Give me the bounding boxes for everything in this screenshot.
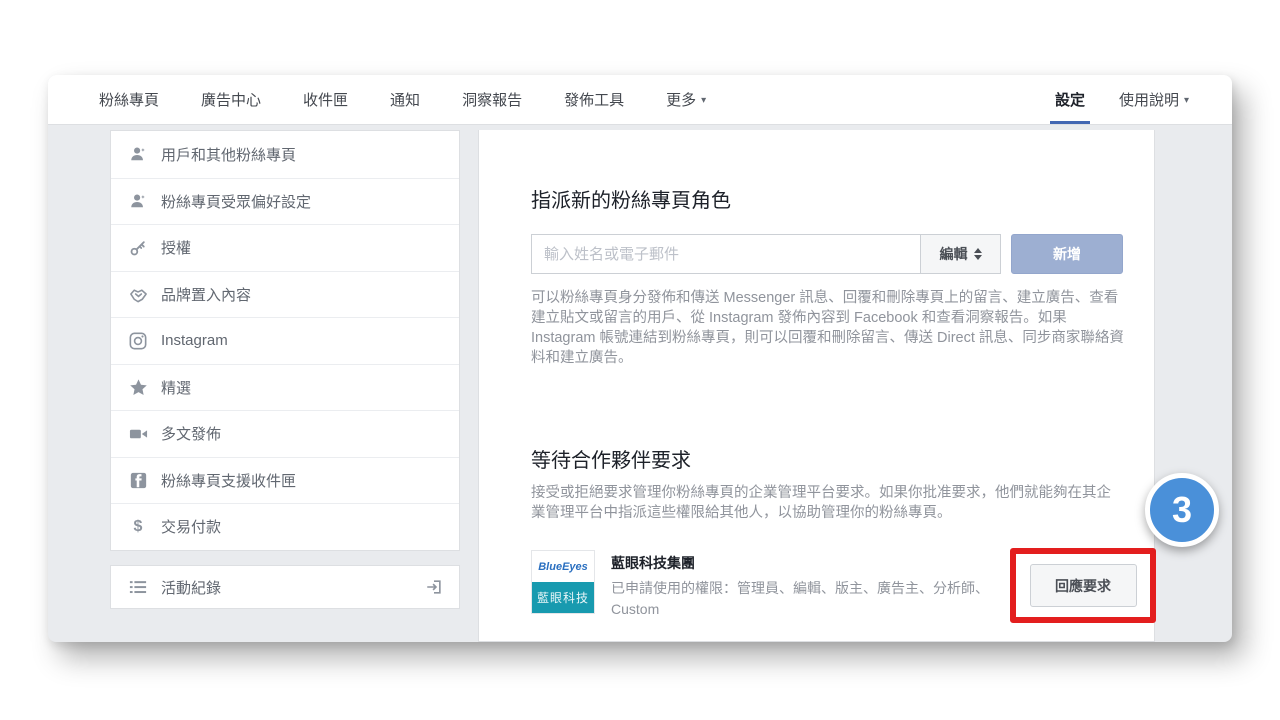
assign-role-form: 編輯 新增 (531, 234, 1123, 274)
sidebar-item-activity-log[interactable]: 活動紀錄 (110, 565, 460, 609)
chevron-down-icon: ▾ (701, 95, 706, 106)
nav-notifications[interactable]: 通知 (369, 75, 441, 124)
nav-more[interactable]: 更多 ▾ (645, 75, 727, 124)
role-dropdown-label: 編輯 (940, 244, 968, 264)
nav-ad-center[interactable]: 廣告中心 (180, 75, 282, 124)
role-dropdown[interactable]: 編輯 (920, 234, 1001, 274)
sidebar-item-label: 品牌置入內容 (161, 284, 251, 305)
assign-roles-description: 可以粉絲專頁身分發佈和傳送 Messenger 訊息、回覆和刪除專頁上的留言、建… (531, 288, 1125, 368)
partner-request-row: BlueEyes 藍眼科技 藍眼科技集團 已申請使用的權限：管理員、編輯、版主、… (531, 550, 1013, 620)
annotation-highlight-box: 回應要求 (1010, 548, 1156, 623)
sidebar-item-label: 活動紀錄 (161, 577, 411, 598)
nav-page[interactable]: 粉絲專頁 (78, 75, 180, 124)
nav-help-label: 使用說明 (1119, 89, 1179, 110)
handshake-icon (128, 284, 148, 304)
blueeyes-logo-caption: 藍眼科技 (532, 582, 594, 613)
sort-arrows-icon (974, 248, 982, 260)
person-icon (128, 191, 148, 211)
annotation-step-badge: 3 (1145, 473, 1219, 547)
facebook-icon (128, 470, 148, 490)
open-arrow-icon (424, 577, 444, 597)
sidebar-item-page-support-inbox[interactable]: 粉絲專頁支援收件匣 (111, 457, 459, 504)
sidebar-item-label: 用戶和其他粉絲專頁 (161, 144, 296, 165)
chevron-down-icon: ▾ (1184, 95, 1189, 106)
sidebar-item-label: 交易付款 (161, 516, 221, 537)
nav-left-group: 粉絲專頁 廣告中心 收件匣 通知 洞察報告 發佈工具 更多 ▾ (48, 75, 727, 124)
key-icon (128, 238, 148, 258)
sidebar-item-people-and-other-pages[interactable]: 用戶和其他粉絲專頁 (111, 131, 459, 178)
sidebar-item-authorizations[interactable]: 授權 (111, 224, 459, 271)
assign-roles-title: 指派新的粉絲專頁角色 (531, 184, 731, 213)
nav-more-label: 更多 (666, 89, 696, 110)
sidebar-item-label: 粉絲專頁支援收件匣 (161, 470, 296, 491)
sidebar-item-label: 粉絲專頁受眾偏好設定 (161, 191, 311, 212)
sidebar-item-crossposting[interactable]: 多文發佈 (111, 410, 459, 457)
sidebar-item-label: 授權 (161, 237, 191, 258)
settings-sidebar: 用戶和其他粉絲專頁 粉絲專頁受眾偏好設定 授權 品牌置入內容 Instagram (110, 130, 460, 551)
sidebar-item-featured[interactable]: 精選 (111, 364, 459, 411)
star-icon (128, 377, 148, 397)
nav-publishing-tools[interactable]: 發佈工具 (543, 75, 645, 124)
nav-right-group: 設定 使用說明 ▾ (1038, 75, 1232, 124)
respond-request-button[interactable]: 回應要求 (1030, 564, 1137, 607)
partner-requests-description: 接受或拒絕要求管理你粉絲專頁的企業管理平台要求。如果你批准要求，他們就能夠在其企… (531, 483, 1125, 523)
list-icon (128, 577, 148, 597)
sidebar-item-label: 多文發佈 (161, 423, 221, 444)
facebook-settings-window: 粉絲專頁 廣告中心 收件匣 通知 洞察報告 發佈工具 更多▾ 設定 使用說明▾ … (48, 75, 1232, 642)
top-navigation: 粉絲專頁 廣告中心 收件匣 通知 洞察報告 發佈工具 更多 ▾ 設定 使用說明 ▾ (48, 75, 1232, 125)
sidebar-item-audience-preferences[interactable]: 粉絲專頁受眾偏好設定 (111, 178, 459, 225)
partner-info: 藍眼科技集團 已申請使用的權限：管理員、編輯、版主、廣告主、分析師、Custom (611, 550, 1013, 620)
sidebar-item-payments[interactable]: $ 交易付款 (111, 503, 459, 550)
nav-help[interactable]: 使用說明 ▾ (1102, 75, 1206, 124)
sidebar-item-instagram[interactable]: Instagram (111, 317, 459, 364)
sidebar-item-branded-content[interactable]: 品牌置入內容 (111, 271, 459, 318)
nav-insights[interactable]: 洞察報告 (441, 75, 543, 124)
partner-name: 藍眼科技集團 (611, 553, 1013, 573)
instagram-icon (128, 331, 148, 351)
video-camera-icon (128, 424, 148, 444)
person-search-input[interactable] (531, 234, 920, 274)
add-button[interactable]: 新增 (1011, 234, 1123, 274)
nav-settings[interactable]: 設定 (1038, 75, 1102, 124)
sidebar-item-label: 精選 (161, 377, 191, 398)
sidebar-item-label: Instagram (161, 332, 228, 349)
blueeyes-logo-wordmark: BlueEyes (532, 551, 594, 582)
blueeyes-logo: BlueEyes 藍眼科技 (531, 550, 595, 614)
partner-requests-title: 等待合作夥伴要求 (531, 444, 691, 473)
partner-permissions: 已申請使用的權限：管理員、編輯、版主、廣告主、分析師、Custom (611, 578, 1013, 620)
nav-inbox[interactable]: 收件匣 (282, 75, 369, 124)
person-icon (128, 144, 148, 164)
dollar-icon: $ (128, 517, 148, 537)
